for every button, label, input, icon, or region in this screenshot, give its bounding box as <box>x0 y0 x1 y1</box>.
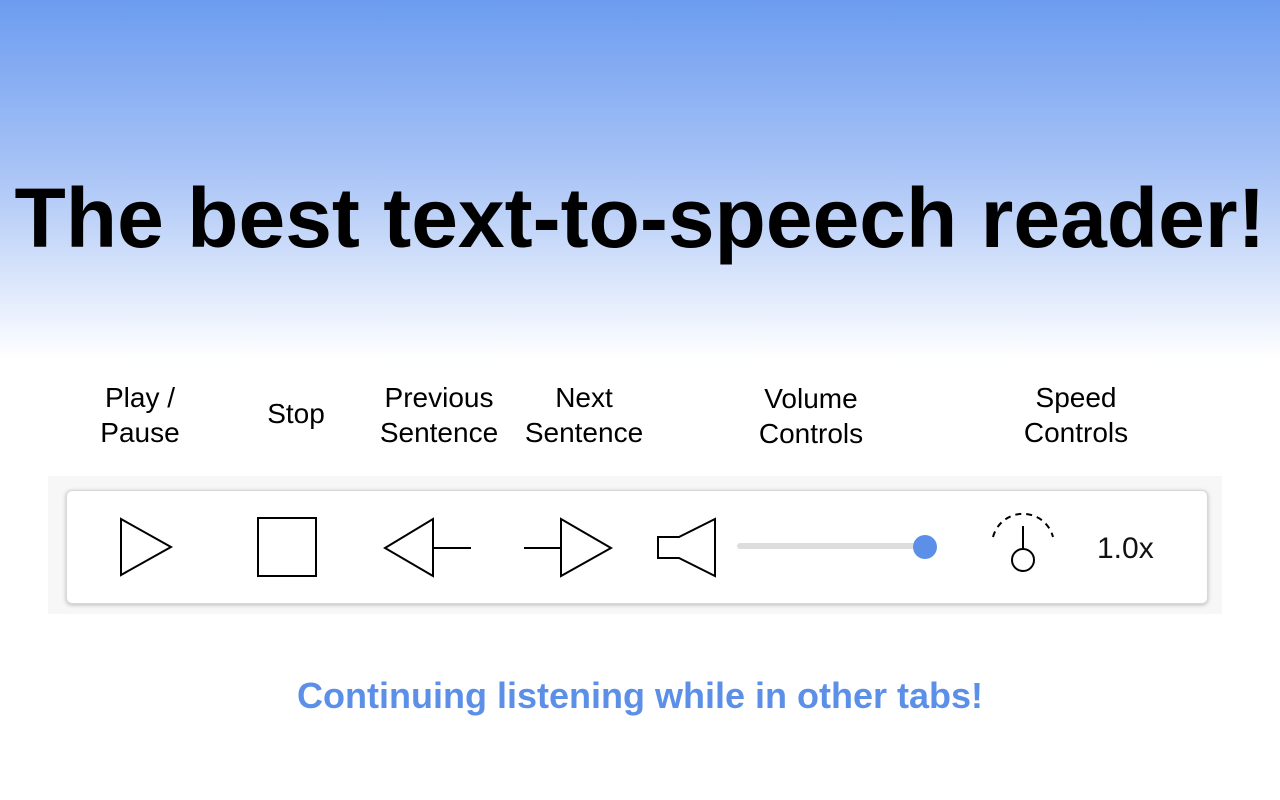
next-sentence-icon <box>524 517 614 578</box>
label-speed-controls: Speed Controls <box>1023 382 1129 448</box>
play-icon <box>120 517 174 577</box>
stop-button[interactable] <box>253 513 321 581</box>
play-pause-button[interactable] <box>115 513 179 581</box>
speed-dial-button[interactable] <box>987 509 1057 577</box>
next-sentence-button[interactable] <box>522 513 616 581</box>
volume-slider-track[interactable] <box>737 543 927 549</box>
previous-sentence-button[interactable] <box>381 513 475 581</box>
mute-button[interactable] <box>653 513 719 581</box>
label-next-sentence: Next Sentence <box>524 382 644 448</box>
headline: The best text-to-speech reader! <box>14 171 1266 265</box>
stop-icon <box>257 517 317 577</box>
speed-value[interactable]: 1.0x <box>1097 531 1154 567</box>
label-volume-controls: Volume Controls <box>758 383 864 449</box>
volume-slider-thumb[interactable] <box>913 535 937 559</box>
speaker-icon <box>657 517 716 578</box>
label-previous-sentence: Previous Sentence <box>379 382 499 448</box>
speed-dial-icon <box>992 512 1054 572</box>
player-toolbar: 1.0x <box>66 490 1208 604</box>
label-stop: Stop <box>267 398 325 429</box>
label-play-pause: Play / Pause <box>100 382 180 448</box>
tagline: Continuing listening while in other tabs… <box>297 675 983 716</box>
previous-sentence-icon <box>383 517 471 578</box>
